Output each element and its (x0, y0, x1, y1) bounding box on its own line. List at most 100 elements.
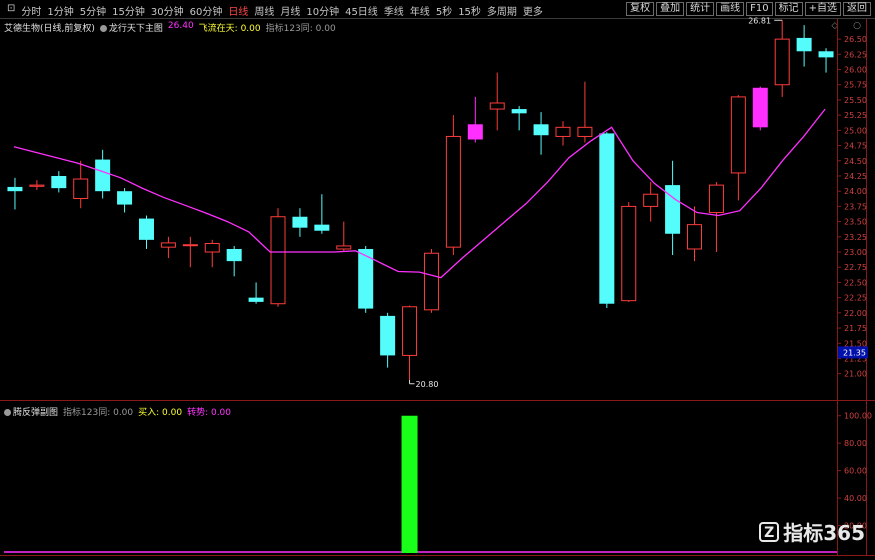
y-tick-label: 21.25 (844, 354, 867, 363)
indicator-name: 龙行天下主图 (108, 24, 163, 34)
y-tick-label: 21.00 (844, 370, 867, 379)
candle-body (292, 216, 308, 228)
sub-indicator-bar: 腾反弹副图 指标123同: 0.00 买入: 0.00 转势: 0.00 (4, 405, 231, 418)
y-tick-label: 22.75 (844, 263, 867, 272)
period-tab-16[interactable]: 多周期 (484, 3, 520, 18)
y-tick-label: 24.25 (844, 172, 867, 181)
y-tick-label: 26.25 (844, 50, 867, 59)
candle-body (160, 242, 176, 248)
y-tick-label: 23.00 (844, 248, 867, 257)
y-tick-label: 21.50 (844, 339, 867, 348)
sub-y-tick-label: 40.00 (844, 494, 867, 503)
sub-y-tick-label: 100.00 (844, 412, 872, 421)
y-tick-label: 25.25 (844, 111, 867, 120)
period-tabs: ⊡ 分时 1分钟 5分钟 15分钟 30分钟 60分钟 日线 周线 月线 10分钟 45日线 季线 年线 5… (4, 3, 546, 18)
y-tick-label: 24.50 (844, 157, 867, 166)
sub-y-tick-label: 80.00 (844, 439, 867, 448)
function-button-5[interactable]: 标记 (774, 2, 803, 16)
y-tick-label: 23.25 (844, 233, 867, 242)
indicator-title[interactable]: 龙行天下主图 (99, 21, 163, 34)
period-tab-13[interactable]: 年线 (407, 3, 433, 18)
stock-name[interactable]: 艾德生物(日线,前复权) (4, 21, 95, 34)
period-tab-15[interactable]: 15秒 (455, 3, 484, 18)
candle-body (752, 87, 768, 128)
sub-value-1: 指标123同: 0.00 (63, 408, 134, 418)
ma-line (13, 108, 826, 279)
period-tab-0[interactable]: ⊡ (4, 3, 18, 18)
sub-indicator-title[interactable]: 腾反弹副图 (4, 405, 58, 418)
sub-value-2: 买入: 0.00 (138, 408, 183, 418)
function-button-7[interactable]: 返回 (843, 2, 871, 16)
logo-icon: Z (759, 521, 780, 542)
main-indicator-bar: 艾德生物(日线,前复权) 龙行天下主图 26.40 飞流在天: 0.00 指标1… (4, 21, 336, 34)
period-tab-14[interactable]: 5秒 (433, 3, 455, 18)
y-tick-label: 25.50 (844, 96, 867, 105)
indicator-value-2: 飞流在天: 0.00 (198, 24, 261, 34)
period-tab-8[interactable]: 周线 (251, 3, 277, 18)
function-button-1[interactable]: 叠加 (656, 2, 685, 16)
candle-body (533, 124, 549, 136)
function-button-3[interactable]: 画线 (716, 2, 745, 16)
settings-dot-icon[interactable] (4, 409, 11, 416)
settings-dot-icon[interactable] (99, 25, 107, 32)
candle-body (226, 248, 242, 262)
period-tab-1[interactable]: 分时 (18, 3, 44, 18)
candle-body (818, 51, 834, 58)
function-button-4[interactable]: F10 (746, 2, 773, 16)
candle-body (336, 245, 352, 250)
sub-indicator-name: 腾反弹副图 (13, 408, 59, 418)
y-tick-label: 22.25 (844, 294, 867, 303)
period-toolbar: ⊡ 分时 1分钟 5分钟 15分钟 30分钟 60分钟 日线 周线 月线 10分钟 45日线 季线 年线 5… (0, 0, 875, 19)
candle-body (665, 185, 681, 234)
period-tab-2[interactable]: 1分钟 (44, 3, 76, 18)
candle-body (51, 175, 67, 189)
candle-body (467, 124, 483, 140)
function-button-6[interactable]: +自选 (804, 2, 841, 16)
current-price-label: 21.35 (843, 348, 866, 357)
indicator-value-1: 26.40 (167, 21, 194, 31)
low-annotation-label: 20.80 (416, 380, 439, 389)
y-tick-label: 24.75 (844, 142, 867, 151)
sub-y-tick-label: 60.00 (844, 467, 867, 476)
watermark: Z 指标365 (759, 517, 865, 546)
candle-body (643, 193, 659, 207)
candle-body (577, 126, 593, 137)
candle-body (708, 184, 724, 213)
kline-chart: 26.50 26.25 26.00 25.75 25.50 25.25 25.00 24.75… (0, 16, 875, 556)
window-controls[interactable]: ◇ ○ (831, 21, 867, 31)
y-tick-label: 25.75 (844, 81, 867, 90)
candle-body (7, 186, 23, 192)
period-tab-17[interactable]: 更多 (520, 3, 546, 18)
candle-body (270, 216, 286, 305)
period-tab-5[interactable]: 30分钟 (148, 3, 187, 18)
candle-body (730, 96, 746, 174)
period-tab-12[interactable]: 季线 (381, 3, 407, 18)
candle-body (358, 248, 374, 309)
candle-body (117, 191, 133, 205)
sub-value-3: 转势: 0.00 (187, 408, 232, 418)
current-price-tag (838, 346, 868, 359)
function-button-2[interactable]: 统计 (686, 2, 715, 16)
candle-body (796, 37, 812, 52)
candle-body (29, 184, 45, 187)
period-tab-3[interactable]: 5分钟 (77, 3, 109, 18)
period-tab-6[interactable]: 60分钟 (187, 3, 226, 18)
period-tab-11[interactable]: 45日线 (342, 3, 381, 18)
period-tab-4[interactable]: 15分钟 (109, 3, 148, 18)
candle-body (182, 244, 198, 247)
period-tab-9[interactable]: 月线 (277, 3, 303, 18)
y-tick-label: 22.00 (844, 309, 867, 318)
candle-body (687, 224, 703, 250)
indicator-value-3: 指标123同: 0.00 (265, 24, 336, 34)
candle-body (138, 218, 154, 240)
period-tab-10[interactable]: 10分钟 (303, 3, 342, 18)
period-tab-7[interactable]: 日线 (225, 3, 251, 18)
function-button-0[interactable]: 复权 (626, 2, 655, 16)
candle-body (511, 109, 527, 114)
candle-body (95, 159, 111, 192)
candle-body (380, 315, 396, 356)
y-tick-label: 21.75 (844, 324, 867, 333)
y-tick-label: 22.50 (844, 278, 867, 287)
y-tick-label: 26.00 (844, 66, 867, 75)
candle-body (73, 178, 89, 199)
